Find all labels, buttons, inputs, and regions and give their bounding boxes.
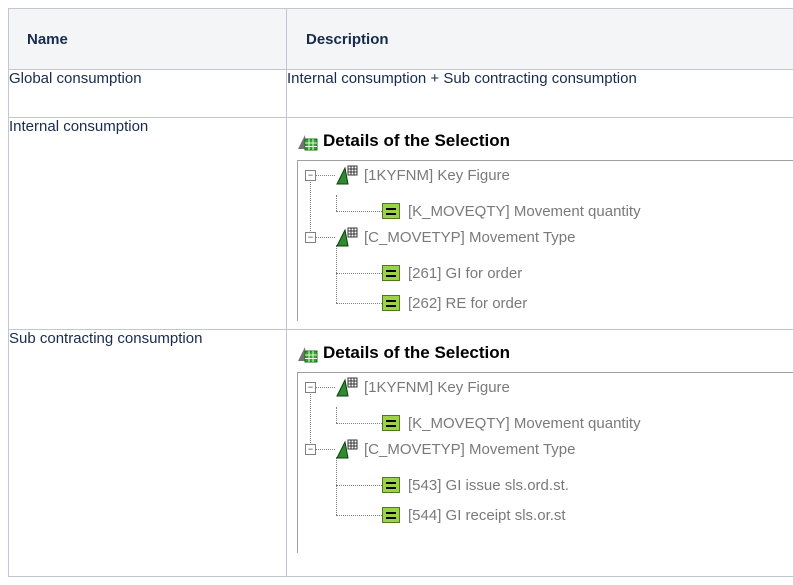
item-label: [K_MOVEQTY] Movement quantity bbox=[408, 202, 641, 220]
equals-icon bbox=[382, 477, 400, 493]
group-label: [C_MOVETYP] Movement Type bbox=[364, 440, 576, 458]
selection-details-icon bbox=[297, 343, 319, 363]
item-label: [543] GI issue sls.ord.st. bbox=[408, 476, 569, 494]
selection-header: Details of the Selection bbox=[297, 340, 793, 366]
equals-icon bbox=[382, 507, 400, 523]
tree-item-node[interactable]: [K_MOVEQTY] Movement quantity bbox=[382, 200, 641, 222]
collapse-minus-icon[interactable]: − bbox=[305, 232, 316, 243]
table-row: Global consumption Internal consumption … bbox=[8, 69, 793, 118]
characteristic-triangle-icon bbox=[336, 439, 358, 459]
collapse-minus-icon[interactable]: − bbox=[305, 444, 316, 455]
selection-tree: − [1KYFNM] Key Figure [K_MOVEQTY] Moveme… bbox=[297, 372, 793, 553]
collapse-minus-icon[interactable]: − bbox=[305, 382, 316, 393]
characteristic-triangle-icon bbox=[336, 227, 358, 247]
equals-icon bbox=[382, 265, 400, 281]
selection-details-panel: Details of the Selection − [1KYFNM] Key … bbox=[297, 128, 793, 321]
selection-title: Details of the Selection bbox=[323, 131, 511, 150]
row-description-cell: Details of the Selection − [1KYFNM] Key … bbox=[286, 329, 793, 577]
tree-group-node[interactable]: [C_MOVETYP] Movement Type bbox=[336, 438, 575, 460]
item-label: [261] GI for order bbox=[408, 264, 523, 282]
tree-item-node[interactable]: [543] GI issue sls.ord.st. bbox=[382, 474, 569, 496]
selection-header: Details of the Selection bbox=[297, 128, 793, 154]
item-label: [262] RE for order bbox=[408, 294, 528, 312]
row-name: Internal consumption bbox=[8, 117, 287, 330]
tree-group-node[interactable]: [C_MOVETYP] Movement Type bbox=[336, 226, 575, 248]
definitions-table: Name Description Global consumption Inte… bbox=[8, 8, 793, 577]
table-row: Internal consumption Details of the Sele… bbox=[8, 117, 793, 330]
group-label: [1KYFNM] Key Figure bbox=[364, 378, 510, 396]
row-description: Internal consumption + Sub contracting c… bbox=[286, 69, 793, 118]
row-name: Sub contracting consumption bbox=[8, 329, 287, 577]
tree-item-node[interactable]: [544] GI receipt sls.or.st bbox=[382, 504, 566, 526]
tree-item-node[interactable]: [261] GI for order bbox=[382, 262, 522, 284]
tree-group-node[interactable]: [1KYFNM] Key Figure bbox=[336, 164, 510, 186]
item-label: [K_MOVEQTY] Movement quantity bbox=[408, 414, 641, 432]
selection-tree: − [1KYFNM] Key Figure [K_MOVEQTY] Moveme… bbox=[297, 160, 793, 321]
group-label: [C_MOVETYP] Movement Type bbox=[364, 228, 576, 246]
item-label: [544] GI receipt sls.or.st bbox=[408, 506, 566, 524]
selection-details-icon bbox=[297, 131, 319, 151]
equals-icon bbox=[382, 415, 400, 431]
equals-icon bbox=[382, 295, 400, 311]
group-label: [1KYFNM] Key Figure bbox=[364, 166, 510, 184]
table-header-row: Name Description bbox=[8, 8, 793, 70]
characteristic-triangle-icon bbox=[336, 377, 358, 397]
column-header-name: Name bbox=[8, 8, 287, 70]
collapse-minus-icon[interactable]: − bbox=[305, 170, 316, 181]
column-header-description: Description bbox=[286, 8, 793, 70]
selection-title: Details of the Selection bbox=[323, 343, 511, 362]
selection-details-panel: Details of the Selection − [1KYFNM] Key … bbox=[297, 340, 793, 553]
table-row: Sub contracting consumption Details of t… bbox=[8, 329, 793, 577]
row-description-cell: Details of the Selection − [1KYFNM] Key … bbox=[286, 117, 793, 330]
row-name: Global consumption bbox=[8, 69, 287, 118]
tree-group-node[interactable]: [1KYFNM] Key Figure bbox=[336, 376, 510, 398]
characteristic-triangle-icon bbox=[336, 165, 358, 185]
tree-item-node[interactable]: [262] RE for order bbox=[382, 292, 527, 314]
tree-item-node[interactable]: [K_MOVEQTY] Movement quantity bbox=[382, 412, 641, 434]
equals-icon bbox=[382, 203, 400, 219]
